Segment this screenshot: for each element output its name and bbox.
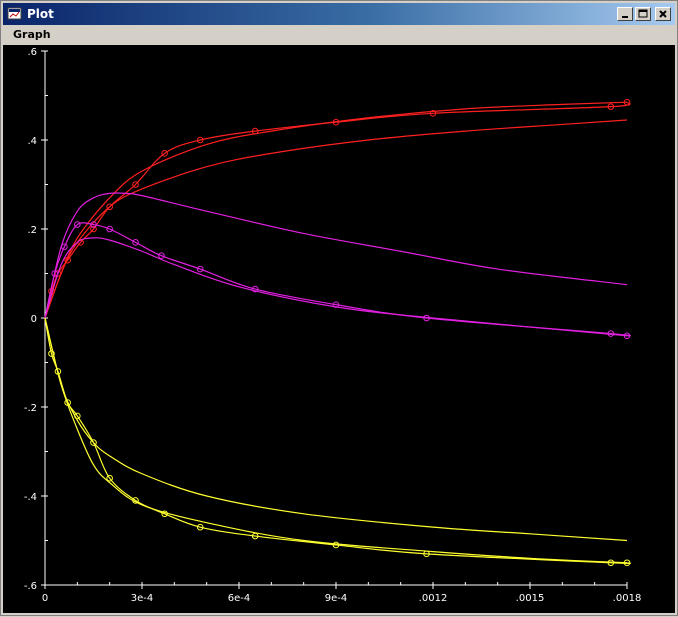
series-line [44,101,631,319]
close-button[interactable] [655,7,671,21]
menu-graph[interactable]: Graph [13,28,51,41]
plot-canvas: .6 .4 .2 0 -.2 -.4 -.6 0 3e-4 6e-4 9e-4 .0012 .0015.… [3,45,675,613]
series-line [44,317,628,564]
series-line [44,317,628,542]
y-tick-label: -.6 [24,581,37,592]
series-line [44,101,628,319]
close-icon [659,10,667,18]
y-tick-label: -.4 [24,492,37,503]
maximize-icon [638,9,648,18]
x-tick-label: 9e-4 [325,593,348,604]
y-tick-label: .4 [27,136,37,147]
title-bar[interactable]: Plot [3,3,675,25]
x-tick-label: .0018 [613,593,642,604]
series-line [44,237,628,337]
x-tick-label: 3e-4 [131,593,154,604]
series-line [44,317,632,565]
minimize-icon [622,16,628,18]
window-title: Plot [27,7,54,21]
x-tick-label: 0 [42,593,48,604]
y-tick-label: .2 [27,225,37,236]
minimize-button[interactable] [617,7,633,21]
line-chart: .6 .4 .2 0 -.2 -.4 -.6 0 3e-4 6e-4 9e-4 .0012 .0015.… [24,47,642,604]
menu-bar: Graph [3,26,675,44]
maximize-button[interactable] [635,7,651,21]
series-line [44,119,628,319]
app-icon [7,7,22,20]
y-tick-label: -.2 [24,403,37,414]
plot-window: Plot Graph .6 .4 .2 0 -.2 -.4 -.6 0 3e-4 6e-4 9e-4… [0,0,678,616]
x-tick-label: 6e-4 [228,593,251,604]
x-tick-label: .0012 [419,593,448,604]
x-tick-label: .0015 [516,593,545,604]
y-tick-label: .6 [27,47,37,58]
y-tick-label: 0 [31,314,37,325]
series-line [44,192,628,319]
